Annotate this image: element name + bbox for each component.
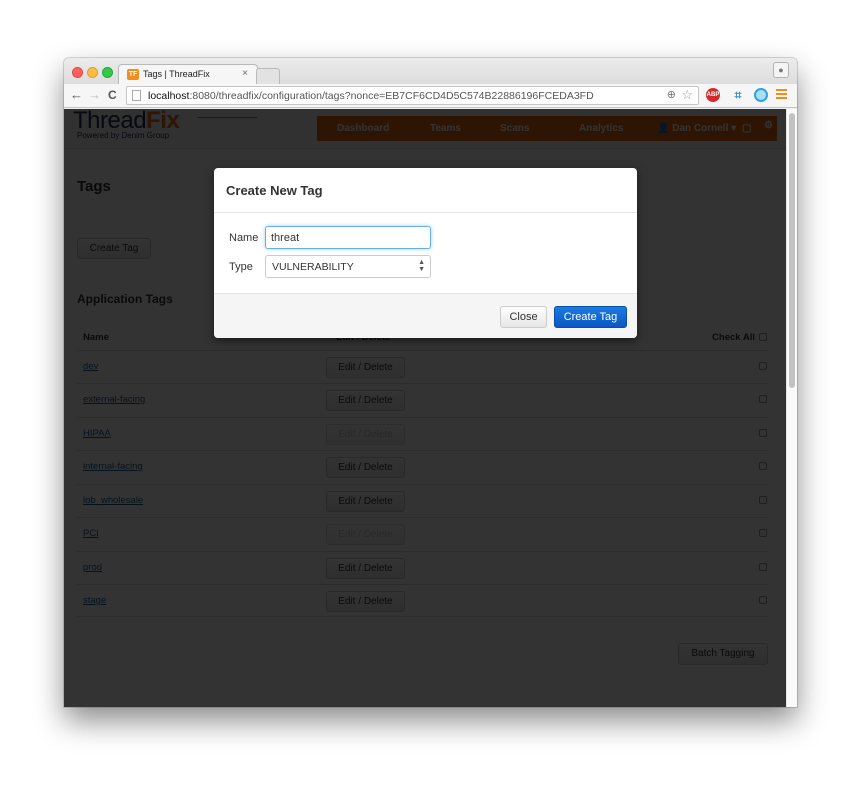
tab-title: Tags | ThreadFix xyxy=(143,69,210,79)
url-path: :8080/threadfix/configuration/tags?nonce… xyxy=(189,90,594,102)
new-tab-button[interactable] xyxy=(256,68,280,84)
adblock-plus-icon[interactable]: ABP xyxy=(706,88,720,102)
maximize-window-button[interactable] xyxy=(102,67,113,78)
browser-window: TF Tags | ThreadFix × ● ← → C localhost:… xyxy=(64,58,797,707)
modal-title: Create New Tag xyxy=(226,183,323,198)
modal-footer: Close Create Tag xyxy=(214,293,637,338)
tag-type-value: VULNERABILITY xyxy=(272,261,354,273)
url-host: localhost xyxy=(148,90,190,102)
zoom-icon[interactable]: ⊕ xyxy=(667,88,676,101)
threadfix-favicon-icon: TF xyxy=(127,69,139,80)
close-window-button[interactable] xyxy=(72,67,83,78)
modal-body: Name Type VULNERABILITY ▲▼ xyxy=(214,213,637,293)
tag-name-input[interactable] xyxy=(265,226,431,249)
reload-icon[interactable]: C xyxy=(108,87,117,103)
url-text[interactable]: localhost:8080/threadfix/configuration/t… xyxy=(148,90,594,102)
browser-tab[interactable]: TF Tags | ThreadFix × xyxy=(118,64,258,85)
page-icon xyxy=(132,90,141,101)
bookmark-star-icon[interactable]: ☆ xyxy=(681,87,693,103)
page-scrollbar[interactable] xyxy=(786,109,797,707)
profile-icon[interactable]: ● xyxy=(773,62,789,78)
back-arrow-icon[interactable]: ← xyxy=(70,87,83,103)
modal-header: Create New Tag xyxy=(214,168,637,213)
minimize-window-button[interactable] xyxy=(87,67,98,78)
tag-type-select[interactable]: VULNERABILITY ▲ ▼ xyxy=(265,255,431,278)
create-tag-submit-button[interactable]: Create Tag xyxy=(554,306,627,328)
page-viewport: ThreadFix Powered by Denim Group Dashboa… xyxy=(64,109,797,707)
type-label: Type xyxy=(229,261,253,273)
forward-arrow-icon[interactable]: → xyxy=(88,87,101,103)
scrollbar-thumb[interactable] xyxy=(789,113,795,388)
name-label: Name xyxy=(229,232,259,244)
tab-close-icon[interactable]: × xyxy=(242,68,248,79)
hamburger-menu-icon[interactable] xyxy=(776,89,787,101)
title-bar: TF Tags | ThreadFix × ● xyxy=(64,58,797,85)
select-arrows-icon: ▲ ▼ xyxy=(418,259,425,273)
circle-extension-icon[interactable] xyxy=(754,88,768,102)
browser-toolbar: ← → C localhost:8080/threadfix/configura… xyxy=(64,84,797,108)
network-extension-icon[interactable]: ⌗ xyxy=(731,88,745,102)
close-button[interactable]: Close xyxy=(500,306,547,328)
create-tag-modal: Create New Tag Name Type VULNERABILITY ▲… xyxy=(214,168,637,338)
address-bar[interactable]: localhost:8080/threadfix/configuration/t… xyxy=(126,86,699,105)
